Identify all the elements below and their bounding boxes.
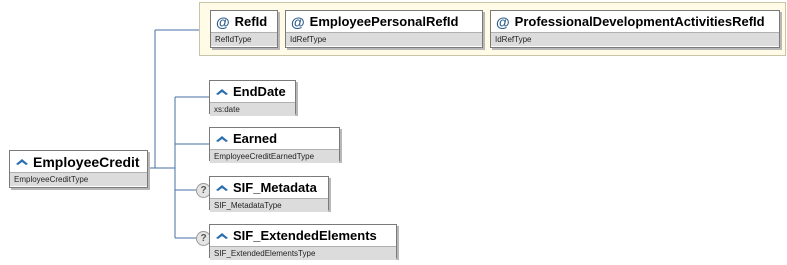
attribute-employeepersonalrefid[interactable]: @ EmployeePersonalRefId IdRefType	[285, 10, 483, 48]
attribute-type: IdRefType	[491, 32, 779, 46]
element-name: EmployeeCredit	[33, 153, 140, 170]
attribute-icon: @	[496, 13, 510, 30]
attribute-icon: @	[216, 13, 230, 30]
element-name: EndDate	[233, 84, 286, 99]
element-icon	[216, 184, 228, 191]
element-icon	[216, 88, 228, 95]
element-name: SIF_Metadata	[233, 180, 317, 195]
element-earned[interactable]: Earned EmployeeCreditEarnedType	[209, 127, 340, 163]
attribute-name: EmployeePersonalRefId	[309, 14, 459, 29]
root-element-employeecredit[interactable]: EmployeeCredit EmployeeCreditType	[9, 150, 148, 188]
element-icon	[216, 135, 228, 142]
attribute-name: ProfessionalDevelopmentActivitiesRefId	[514, 14, 765, 29]
element-enddate[interactable]: EndDate xs:date	[209, 80, 296, 116]
element-type: SIF_ExtendedElementsType	[210, 246, 396, 260]
element-sif-metadata[interactable]: SIF_Metadata SIF_MetadataType	[209, 176, 329, 212]
attribute-refid[interactable]: @ RefId RefIdType	[210, 10, 278, 48]
element-icon	[216, 232, 228, 239]
attribute-name: RefId	[234, 14, 268, 29]
attribute-icon: @	[291, 13, 305, 30]
attribute-professionaldevelopmentactivitiesrefid[interactable]: @ ProfessionalDevelopmentActivitiesRefId …	[490, 10, 780, 48]
element-type: xs:date	[210, 102, 295, 116]
element-type: SIF_MetadataType	[210, 198, 328, 212]
element-name: Earned	[233, 131, 278, 146]
element-icon	[16, 158, 28, 165]
element-name: SIF_ExtendedElements	[233, 228, 377, 243]
element-type: EmployeeCreditEarnedType	[210, 149, 339, 163]
attribute-type: IdRefType	[286, 32, 482, 46]
element-type: EmployeeCreditType	[10, 172, 147, 186]
attribute-type: RefIdType	[211, 32, 277, 46]
element-sif-extendedelements[interactable]: SIF_ExtendedElements SIF_ExtendedElement…	[209, 224, 397, 260]
